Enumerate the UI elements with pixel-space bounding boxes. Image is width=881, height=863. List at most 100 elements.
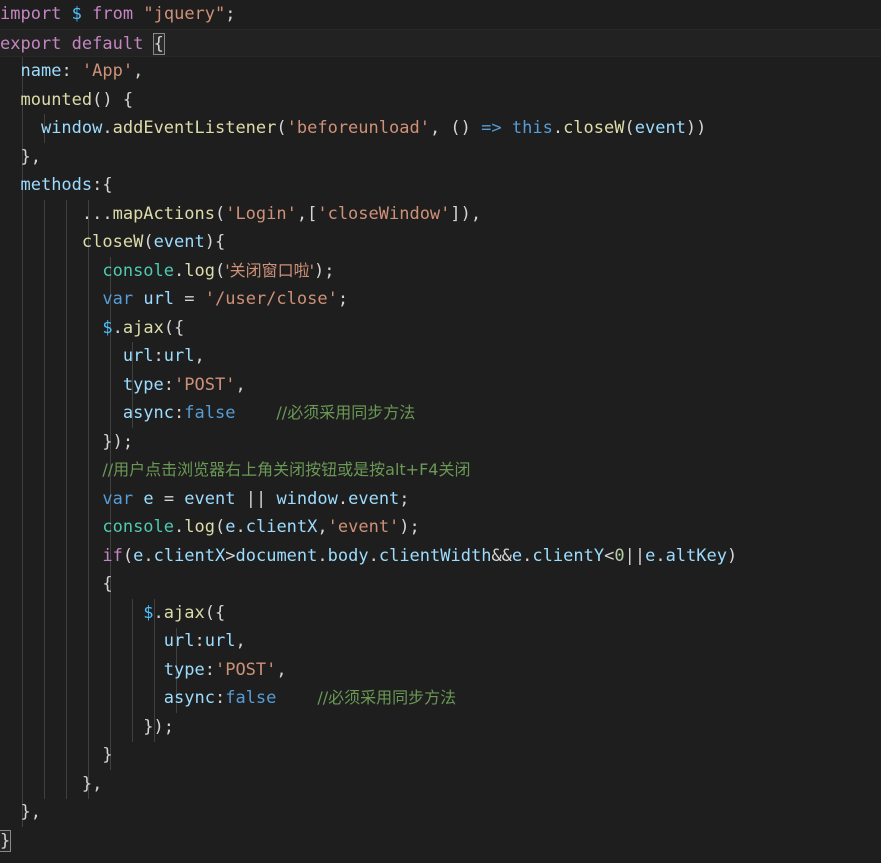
token-string: 'POST' xyxy=(214,659,277,680)
token-string: '/user/close' xyxy=(204,289,338,310)
code-line[interactable]: url:url, xyxy=(0,627,881,656)
token-comment: //用户点击浏览器右上角关闭按钮或是按alt+F4关闭 xyxy=(102,460,471,480)
token-dollar: $ xyxy=(71,4,82,24)
code-line[interactable]: } xyxy=(0,741,881,770)
token-arrow: => xyxy=(481,118,502,139)
token-variable: window xyxy=(40,118,103,139)
code-line[interactable]: console.log(e.clientX,'event'); xyxy=(0,513,881,542)
code-line[interactable]: import $ from "jquery"; xyxy=(0,0,881,29)
code-line[interactable]: var e = event || window.event; xyxy=(0,485,881,514)
token-keyword: from xyxy=(92,4,134,24)
token-variable: url xyxy=(163,346,195,367)
token-property: body xyxy=(327,545,369,566)
code-editor[interactable]: import $ from "jquery"; export default {… xyxy=(0,0,881,863)
token-function: ajax xyxy=(122,317,164,338)
token-property: clientX xyxy=(153,545,226,566)
token-variable: e xyxy=(225,517,236,538)
token-function: addEventListener xyxy=(112,118,277,139)
token-variable: e xyxy=(645,545,656,566)
code-line[interactable]: type:'POST', xyxy=(0,656,881,685)
token-property: name xyxy=(20,61,62,82)
token-variable: url xyxy=(204,631,236,652)
token-property: clientX xyxy=(245,517,318,538)
token-comment: //必须采用同步方法 xyxy=(276,403,416,423)
code-line[interactable]: async:false //必须采用同步方法 xyxy=(0,684,881,713)
token-variable: e xyxy=(511,545,523,566)
code-line-current[interactable]: export default { xyxy=(0,28,881,58)
token-function: mounted xyxy=(20,89,93,110)
token-property: url xyxy=(163,631,195,652)
token-boolean: false xyxy=(184,403,236,424)
token-console: console xyxy=(102,517,175,538)
token-property: type xyxy=(122,374,164,395)
code-line[interactable]: url:url, xyxy=(0,342,881,371)
token-property: methods xyxy=(20,175,93,196)
token-function: log xyxy=(184,517,215,538)
code-lines[interactable]: import $ from "jquery"; export default {… xyxy=(0,0,881,855)
token-keyword-if: if xyxy=(102,545,123,566)
token-variable: url xyxy=(143,289,175,310)
token-string: 'Login' xyxy=(225,203,297,224)
token-string: "jquery" xyxy=(143,4,226,24)
token-property: clientWidth xyxy=(378,545,492,566)
token-dollar: $ xyxy=(102,317,113,338)
code-line[interactable]: window.addEventListener('beforeunload', … xyxy=(0,114,881,143)
token-variable: event xyxy=(153,232,205,253)
token-function: ajax xyxy=(163,602,205,623)
code-line[interactable]: }, xyxy=(0,143,881,172)
code-line[interactable]: { xyxy=(0,570,881,599)
token-variable: document xyxy=(235,545,318,566)
token-keyword: import xyxy=(0,4,62,24)
code-line[interactable]: //用户点击浏览器右上角关闭按钮或是按alt+F4关闭 xyxy=(0,456,881,485)
code-line[interactable]: console.log('关闭窗口啦'); xyxy=(0,257,881,286)
code-line[interactable]: closeW(event){ xyxy=(0,228,881,257)
token-this: this xyxy=(511,118,553,139)
token-boolean: false xyxy=(225,688,277,709)
token-property: async xyxy=(122,403,175,424)
token-string-chinese: '关闭窗口啦' xyxy=(225,260,315,280)
bracket-match: { xyxy=(152,32,165,55)
bracket-match-close: } xyxy=(0,829,12,852)
code-line[interactable]: } xyxy=(0,827,881,856)
code-line[interactable]: mounted() { xyxy=(0,86,881,115)
token-string: 'event' xyxy=(327,517,400,538)
token-property: altKey xyxy=(665,545,727,566)
code-line[interactable]: }, xyxy=(0,770,881,799)
code-line[interactable]: $.ajax({ xyxy=(0,314,881,343)
token-property: type xyxy=(163,659,205,680)
token-string: 'closeWindow' xyxy=(317,203,451,224)
code-line[interactable]: }); xyxy=(0,428,881,457)
code-line[interactable]: ...mapActions('Login',['closeWindow']), xyxy=(0,200,881,229)
code-line[interactable]: }); xyxy=(0,713,881,742)
token-property: async xyxy=(163,688,215,709)
token-keyword: export xyxy=(0,33,62,54)
token-number: 0 xyxy=(614,545,625,566)
token-function: mapActions xyxy=(112,203,215,224)
code-line[interactable]: methods:{ xyxy=(0,171,881,200)
token-string: 'App' xyxy=(81,61,134,82)
token-variable: e xyxy=(133,545,144,566)
token-property: clientY xyxy=(532,545,605,566)
code-line[interactable]: $.ajax({ xyxy=(0,599,881,628)
token-keyword-var: var xyxy=(102,289,134,310)
token-dollar: $ xyxy=(143,602,154,623)
token-variable: event xyxy=(634,118,686,139)
token-variable: e xyxy=(143,488,154,509)
token-function: closeW xyxy=(81,232,144,253)
token-variable: event xyxy=(184,488,236,509)
code-line[interactable]: name: 'App', xyxy=(0,57,881,86)
token-string: 'beforeunload' xyxy=(286,118,430,139)
code-line[interactable]: var url = '/user/close'; xyxy=(0,285,881,314)
token-function: closeW xyxy=(563,118,625,139)
code-line[interactable]: type:'POST', xyxy=(0,371,881,400)
token-string: 'POST' xyxy=(174,374,236,395)
code-line[interactable]: if(e.clientX>document.body.clientWidth&&… xyxy=(0,542,881,571)
token-keyword: default xyxy=(71,33,144,54)
token-property: url xyxy=(122,346,154,367)
code-line[interactable]: async:false //必须采用同步方法 xyxy=(0,399,881,428)
token-console: console xyxy=(102,260,175,281)
token-keyword-var: var xyxy=(102,488,134,509)
token-comment: //必须采用同步方法 xyxy=(317,688,457,708)
token-function: log xyxy=(184,260,215,281)
code-line[interactable]: }, xyxy=(0,798,881,827)
